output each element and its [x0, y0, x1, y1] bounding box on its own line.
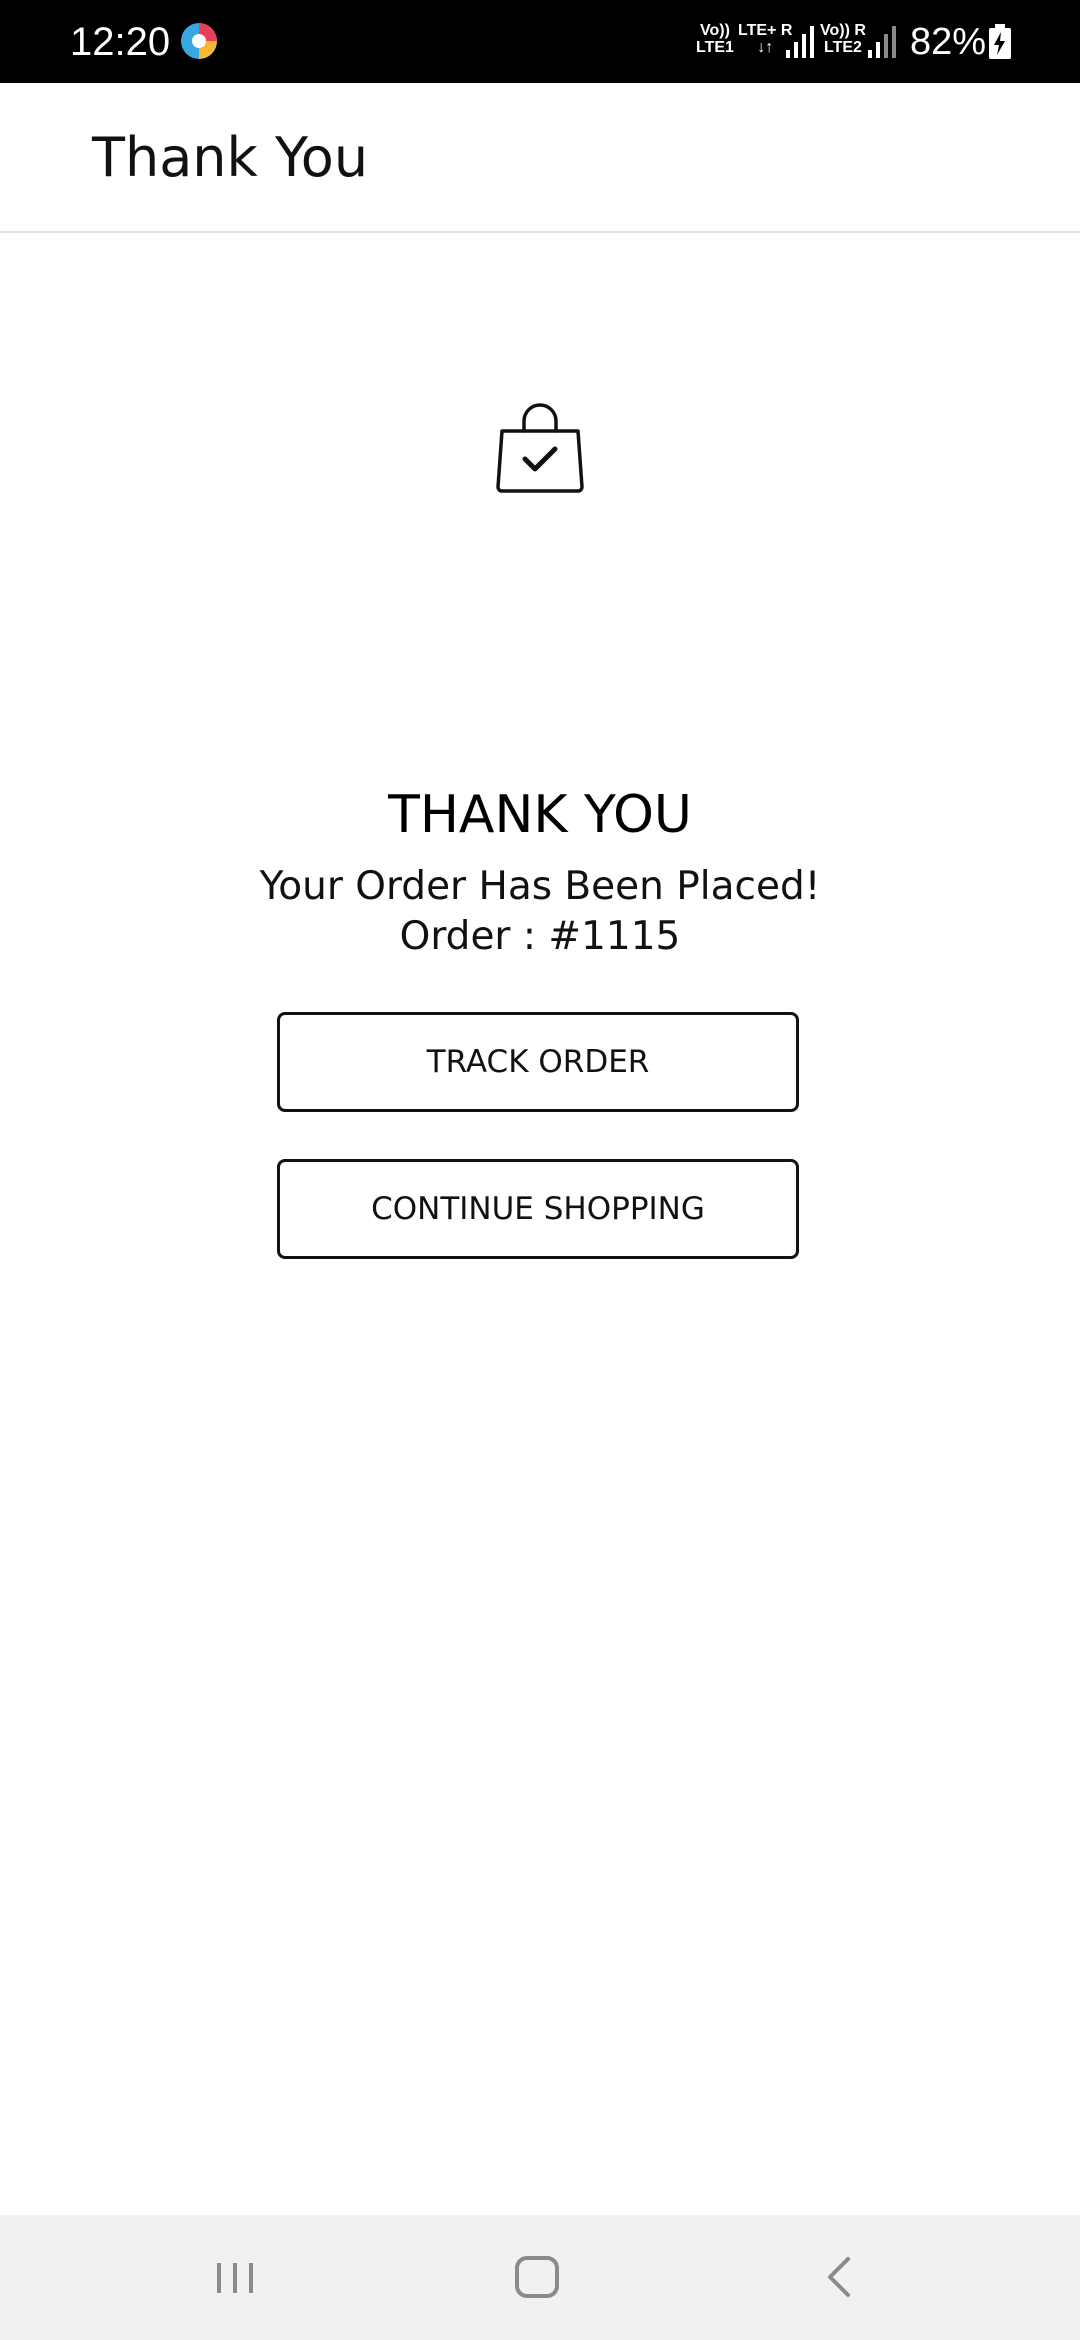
back-icon[interactable]	[800, 2245, 880, 2309]
screen: 12:20 Vo)) LTE1 LTE+ R ↓↑ Vo)) R LTE2 82…	[0, 0, 1080, 2340]
app-notification-icon	[181, 23, 217, 59]
sim1-volte-label: Vo))	[700, 22, 730, 39]
status-bar: 12:20 Vo)) LTE1 LTE+ R ↓↑ Vo)) R LTE2 82…	[0, 0, 1080, 83]
signal-strength-icon	[868, 26, 896, 58]
sim2-volte-label: Vo)) R	[820, 22, 866, 39]
signal-strength-icon	[786, 26, 814, 58]
page-title: Thank You	[92, 126, 369, 189]
app-bar: Thank You	[0, 83, 1080, 233]
system-navigation-bar	[0, 2215, 1080, 2340]
order-number: Order : #1115	[399, 914, 681, 959]
order-placed-message: Your Order Has Been Placed!	[259, 864, 821, 909]
home-icon[interactable]	[497, 2245, 577, 2309]
sim1-indicator: Vo)) LTE1	[696, 22, 734, 56]
sim2-lte-label: LTE2	[823, 39, 862, 56]
continue-shopping-button[interactable]: CONTINUE SHOPPING	[277, 1159, 799, 1259]
recents-icon[interactable]	[195, 2245, 275, 2309]
status-time: 12:20	[70, 20, 171, 64]
battery-charging-icon	[989, 24, 1011, 59]
track-order-button[interactable]: TRACK ORDER	[277, 1012, 799, 1112]
sim1-lte-label: LTE1	[696, 39, 734, 56]
battery-percentage: 82%	[910, 21, 987, 63]
sim2-indicator: Vo)) R LTE2	[820, 22, 866, 56]
thank-you-heading: THANK YOU	[388, 785, 692, 845]
shopping-bag-check-icon	[496, 403, 584, 493]
